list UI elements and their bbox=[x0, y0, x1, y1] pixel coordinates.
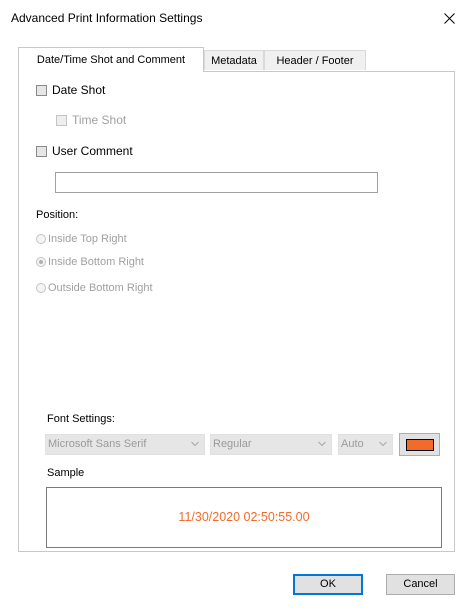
font-color-button[interactable] bbox=[399, 433, 440, 456]
font-family-select[interactable]: Microsoft Sans Serif bbox=[45, 434, 205, 455]
tab-metadata[interactable]: Metadata bbox=[204, 50, 264, 70]
sample-preview: 11/30/2020 02:50:55.00 bbox=[46, 487, 442, 548]
user-comment-checkbox[interactable]: User Comment bbox=[36, 144, 133, 158]
font-settings-label: Font Settings: bbox=[47, 413, 115, 425]
font-style-select[interactable]: Regular bbox=[210, 434, 332, 455]
close-button[interactable] bbox=[429, 0, 469, 36]
time-shot-checkbox[interactable]: Time Shot bbox=[56, 113, 126, 127]
time-shot-label: Time Shot bbox=[72, 113, 127, 127]
radio-button bbox=[36, 283, 46, 293]
chevron-down-icon bbox=[318, 441, 326, 447]
tab-date-time-shot[interactable]: Date/Time Shot and Comment bbox=[18, 47, 204, 72]
cancel-button[interactable]: Cancel bbox=[386, 574, 455, 595]
radio-label: Outside Bottom Right bbox=[48, 282, 153, 294]
chevron-down-icon bbox=[191, 441, 199, 447]
user-comment-label: User Comment bbox=[52, 144, 133, 158]
date-shot-checkbox[interactable]: Date Shot bbox=[36, 83, 105, 97]
sample-text: 11/30/2020 02:50:55.00 bbox=[178, 510, 310, 524]
font-size-select[interactable]: Auto bbox=[338, 434, 393, 455]
checkbox-box bbox=[56, 114, 67, 126]
font-family-value: Microsoft Sans Serif bbox=[48, 438, 147, 450]
font-color-swatch bbox=[405, 438, 434, 451]
radio-label: Inside Top Right bbox=[48, 233, 127, 245]
title-bar: Advanced Print Information Settings bbox=[0, 0, 469, 36]
date-shot-label: Date Shot bbox=[52, 83, 106, 97]
tab-label: Metadata bbox=[211, 55, 257, 67]
radio-selected-dot bbox=[39, 260, 43, 264]
chevron-down-icon bbox=[379, 441, 387, 447]
sample-label: Sample bbox=[47, 467, 85, 479]
tab-label: Header / Footer bbox=[276, 55, 354, 67]
font-style-value: Regular bbox=[213, 438, 252, 450]
close-icon bbox=[443, 12, 455, 24]
radio-button bbox=[36, 234, 46, 244]
radio-inside-top-right[interactable]: Inside Top Right bbox=[36, 233, 127, 245]
checkbox-box bbox=[36, 145, 47, 157]
checkbox-box bbox=[36, 84, 47, 96]
tab-label: Date/Time Shot and Comment bbox=[36, 54, 186, 66]
window-title: Advanced Print Information Settings bbox=[11, 11, 203, 25]
tab-header-footer[interactable]: Header / Footer bbox=[264, 50, 366, 70]
advanced-print-settings-dialog: Advanced Print Information Settings Date… bbox=[0, 0, 469, 608]
radio-inside-bottom-right[interactable]: Inside Bottom Right bbox=[36, 256, 144, 268]
position-label: Position: bbox=[36, 209, 79, 221]
radio-outside-bottom-right[interactable]: Outside Bottom Right bbox=[36, 282, 153, 294]
radio-button bbox=[36, 257, 46, 267]
user-comment-input[interactable] bbox=[55, 172, 378, 193]
ok-button[interactable]: OK bbox=[293, 574, 363, 595]
font-size-value: Auto bbox=[341, 438, 364, 450]
radio-label: Inside Bottom Right bbox=[48, 256, 144, 268]
